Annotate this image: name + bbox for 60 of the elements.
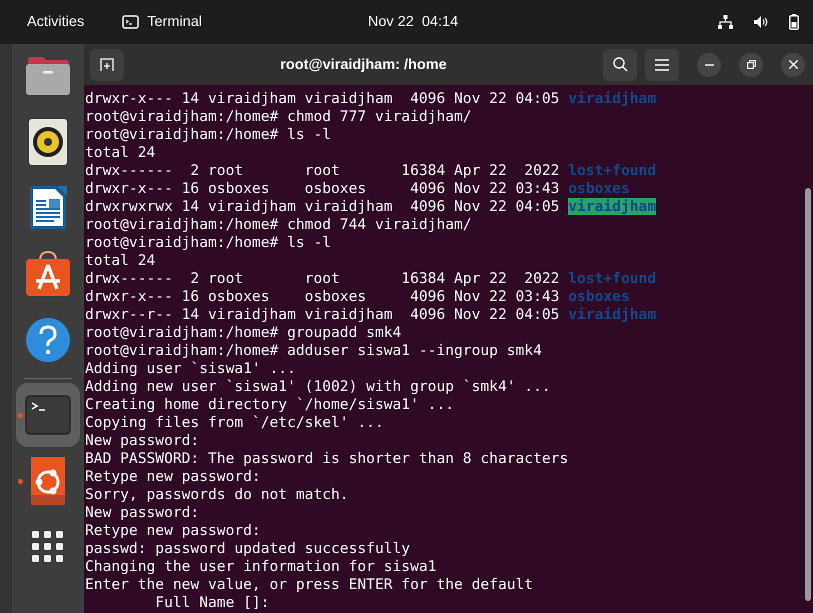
running-indicator (18, 413, 23, 418)
terminal-line: root@viraidjham:/home# chmod 777 viraidjham/ (85, 108, 473, 126)
terminal-line: Full Name []: (154, 594, 271, 612)
search-button[interactable] (603, 48, 637, 80)
new-tab-icon (100, 58, 114, 72)
scrollbar-thumb[interactable] (805, 188, 811, 601)
terminal-line: total 24 (85, 252, 156, 270)
network-icon[interactable] (718, 15, 733, 29)
terminal-line: Adding new user `siswa1' (1002) with group `smk4' ... (85, 378, 552, 396)
terminal-line: passwd: password updated successfully (85, 540, 412, 558)
new-tab-button[interactable] (90, 48, 124, 80)
terminal-line: Sorry, passwords do not match. (85, 486, 350, 504)
terminal-line: drwxr-x--- 16 osboxes osboxes 4096 Nov 22 03:43 osboxes (85, 288, 631, 306)
close-button[interactable] (781, 52, 805, 76)
terminal-line: root@viraidjham:/home# groupadd smk4 (85, 324, 402, 342)
activities-button[interactable]: Activities (27, 14, 84, 30)
terminal-line: root@viraidjham:/home# ls -l (85, 126, 332, 144)
volume-icon[interactable] (752, 15, 769, 29)
clock[interactable]: Nov 22 04:14 (368, 14, 458, 30)
terminal-line: total 24 (85, 144, 156, 162)
terminal-line: Creating home directory `/home/siswa1' ... (85, 396, 456, 414)
terminal-line: root@viraidjham:/home# chmod 744 viraidjham/ (85, 216, 473, 234)
terminal-line: drwxr-x--- 16 osboxes osboxes 4096 Nov 22 03:43 osboxes (85, 180, 631, 198)
speaker-icon (29, 119, 67, 165)
terminal-line: Changing the user information for siswa1 (85, 558, 438, 576)
menu-icon (655, 58, 669, 70)
terminal-line: drwxrwxrwx 14 viraidjham viraidjham 4096 Nov 22 04:05 viraidjham (85, 198, 658, 216)
terminal-icon (25, 395, 71, 435)
terminal-line: Retype new password: (85, 522, 262, 540)
terminal-line: New password: (85, 432, 200, 450)
terminal-line: BAD PASSWORD: The password is shorter than 8 characters (85, 450, 570, 468)
minimize-button[interactable] (697, 52, 721, 76)
document-icon (28, 185, 68, 231)
terminal-line: drwx------ 2 root root 16384 Apr 22 2022 lost+found (85, 270, 658, 288)
app-grid-icon (32, 531, 64, 563)
terminal-line: Enter the new value, or press ENTER for the default (85, 576, 534, 594)
terminal-line: Copying files from `/etc/skel' ... (85, 414, 385, 432)
restore-button[interactable] (739, 52, 763, 76)
search-icon (612, 57, 628, 72)
window-title: root@viraidjham: /home (279, 56, 448, 72)
terminal-line: root@viraidjham:/home# ls -l (85, 234, 332, 252)
menu-button[interactable] (645, 48, 679, 80)
shopping-bag-icon (25, 251, 71, 297)
help-icon (25, 317, 71, 363)
terminal-line: root@viraidjham:/home# adduser siswa1 --ingroup smk4 (85, 342, 543, 360)
ubuntu-installer-icon (31, 457, 65, 505)
terminal-line: New password: (85, 504, 200, 522)
terminal-icon (122, 15, 140, 29)
battery-icon[interactable] (788, 14, 799, 30)
terminal-line: Retype new password: (85, 468, 262, 486)
restore-icon (746, 60, 756, 69)
terminal-line: drwxr-x--- 14 viraidjham viraidjham 4096 Nov 22 04:05 viraidjham (85, 90, 658, 108)
minimize-icon (704, 64, 714, 66)
running-indicator (18, 479, 23, 484)
app-menu-label[interactable]: Terminal (147, 14, 202, 30)
terminal-line: drwxr--r-- 14 viraidjham viraidjham 4096 Nov 22 04:05 viraidjham (85, 306, 658, 324)
folder-icon (25, 56, 71, 96)
close-icon (788, 60, 798, 69)
terminal-line: Adding user `siswa1' ... (85, 360, 297, 378)
terminal-line: drwx------ 2 root root 16384 Apr 22 2022 lost+found (85, 162, 658, 180)
